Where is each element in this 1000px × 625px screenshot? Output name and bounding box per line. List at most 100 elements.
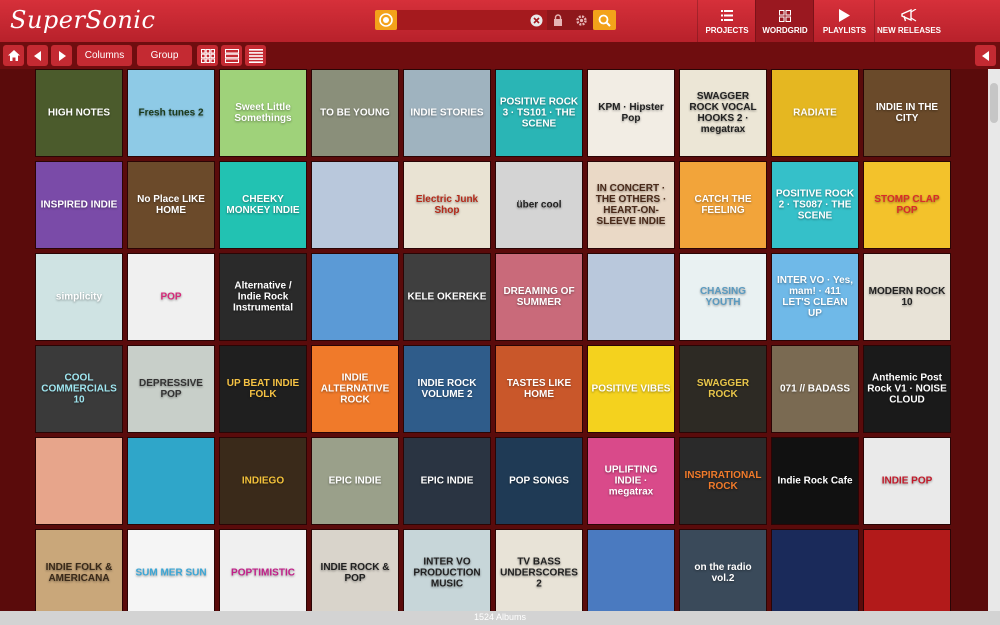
album-tile[interactable]: POSITIVE VIBES xyxy=(587,345,675,433)
album-tile[interactable]: KELE OKEREKE xyxy=(403,253,491,341)
album-tile[interactable]: DEPRESSIVE POP xyxy=(127,345,215,433)
album-tile[interactable]: POSITIVE ROCK 2 · TS087 · THE SCENE xyxy=(771,161,859,249)
megaphone-icon xyxy=(901,9,917,22)
album-tile[interactable]: CHEEKY MONKEY INDIE xyxy=(219,161,307,249)
album-tile[interactable]: Alternative / Indie Rock Instrumental xyxy=(219,253,307,341)
album-tile[interactable]: SWAGGER ROCK xyxy=(679,345,767,433)
album-tile[interactable]: INDIE POP xyxy=(863,437,951,525)
chevron-left-icon xyxy=(981,50,989,61)
album-title: INDIE ALTERNATIVE ROCK xyxy=(320,372,390,406)
album-tile[interactable]: CATCH THE FEELING xyxy=(679,161,767,249)
nav-wordgrid[interactable]: WORDGRID xyxy=(755,0,814,42)
album-title: 071 // BADASS xyxy=(779,383,851,395)
album-title: CHASING YOUTH xyxy=(699,286,747,308)
album-title: Fresh tunes 2 xyxy=(138,107,204,119)
album-tile[interactable] xyxy=(863,529,951,611)
nav-new-releases[interactable]: NEW RELEASES xyxy=(874,0,943,42)
target-icon xyxy=(379,13,393,27)
album-tile[interactable]: Fresh tunes 2 xyxy=(127,69,215,157)
album-tile[interactable]: TASTES LIKE HOME xyxy=(495,345,583,433)
album-tile[interactable]: COOL COMMERCIALS 10 xyxy=(35,345,123,433)
album-tile[interactable]: INDIE ALTERNATIVE ROCK xyxy=(311,345,399,433)
collapse-panel-button[interactable] xyxy=(975,45,996,66)
nav-playlists[interactable]: PLAYLISTS xyxy=(813,0,875,42)
album-tile[interactable] xyxy=(587,253,675,341)
album-title: Indie Rock Cafe xyxy=(777,475,853,487)
album-title: POSITIVE VIBES xyxy=(591,383,671,395)
album-tile[interactable]: KPM · Hipster Pop xyxy=(587,69,675,157)
album-tile[interactable]: INSPIRED INDIE xyxy=(35,161,123,249)
album-tile[interactable]: SUM MER SUN xyxy=(127,529,215,611)
album-tile[interactable]: EPIC INDIE xyxy=(403,437,491,525)
album-tile[interactable]: INDIEGO xyxy=(219,437,307,525)
album-tile[interactable]: Electric Junk Shop xyxy=(403,161,491,249)
album-tile[interactable]: POSITIVE ROCK 3 · TS101 · THE SCENE xyxy=(495,69,583,157)
settings-button[interactable] xyxy=(569,10,593,30)
album-tile[interactable]: on the radio vol.2 xyxy=(679,529,767,611)
album-tile[interactable] xyxy=(311,161,399,249)
album-tile[interactable]: über cool xyxy=(495,161,583,249)
album-tile[interactable]: EPIC INDIE xyxy=(311,437,399,525)
album-title: POPTIMISTIC xyxy=(231,567,295,579)
forward-button[interactable] xyxy=(51,45,72,66)
album-tile[interactable]: POPTIMISTIC xyxy=(219,529,307,611)
search-bar xyxy=(375,10,616,30)
status-bar: 1524 Albums xyxy=(0,611,1000,625)
album-tile[interactable] xyxy=(127,437,215,525)
album-tile[interactable] xyxy=(771,529,859,611)
album-tile[interactable] xyxy=(311,253,399,341)
album-tile[interactable]: No Place LIKE HOME xyxy=(127,161,215,249)
album-title: KELE OKEREKE xyxy=(407,291,487,303)
album-tile[interactable]: INDIE ROCK & POP xyxy=(311,529,399,611)
scrollbar[interactable] xyxy=(988,69,1000,611)
columns-button[interactable]: Columns xyxy=(77,45,132,66)
list-icon xyxy=(721,10,733,21)
album-tile[interactable]: CHASING YOUTH xyxy=(679,253,767,341)
album-tile[interactable]: UPLIFTING INDIE · megatrax xyxy=(587,437,675,525)
album-title: DEPRESSIVE POP xyxy=(139,378,203,400)
nav-projects[interactable]: PROJECTS xyxy=(697,0,756,42)
home-button[interactable] xyxy=(3,45,24,66)
view-list-button[interactable] xyxy=(245,45,266,66)
album-tile[interactable]: UP BEAT INDIE FOLK xyxy=(219,345,307,433)
album-tile[interactable]: INTER VO PRODUCTION MUSIC xyxy=(403,529,491,611)
album-tile[interactable]: HIGH NOTES xyxy=(35,69,123,157)
lock-button[interactable] xyxy=(547,10,569,30)
scrollbar-thumb[interactable] xyxy=(990,83,998,123)
album-title: TO BE YOUNG xyxy=(320,107,390,119)
album-tile[interactable]: INTER VO · Yes, mam! · 411 LET'S CLEAN U… xyxy=(771,253,859,341)
album-tile[interactable] xyxy=(587,529,675,611)
album-tile[interactable]: MODERN ROCK 10 xyxy=(863,253,951,341)
album-tile[interactable] xyxy=(35,437,123,525)
clear-search-button[interactable] xyxy=(525,10,547,30)
album-tile[interactable]: INDIE FOLK & AMERICANA xyxy=(35,529,123,611)
search-input[interactable] xyxy=(397,10,525,30)
album-tile[interactable]: POP xyxy=(127,253,215,341)
view-tiles-button[interactable] xyxy=(221,45,242,66)
search-mode-button[interactable] xyxy=(375,10,397,30)
album-tile[interactable]: INDIE STORIES xyxy=(403,69,491,157)
album-tile[interactable]: RADIATE xyxy=(771,69,859,157)
album-tile[interactable]: SWAGGER ROCK VOCAL HOOKS 2 · megatrax xyxy=(679,69,767,157)
app-logo[interactable]: SuperSonic xyxy=(10,6,155,34)
group-button[interactable]: Group xyxy=(137,45,192,66)
search-button[interactable] xyxy=(593,10,616,30)
album-tile[interactable]: Sweet Little Somethings xyxy=(219,69,307,157)
album-tile[interactable]: STOMP CLAP POP xyxy=(863,161,951,249)
album-tile[interactable]: Indie Rock Cafe xyxy=(771,437,859,525)
album-tile[interactable]: TO BE YOUNG xyxy=(311,69,399,157)
view-grid-button[interactable] xyxy=(197,45,218,66)
album-tile[interactable]: IN CONCERT · THE OTHERS · HEART-ON-SLEEV… xyxy=(587,161,675,249)
album-tile[interactable]: 071 // BADASS xyxy=(771,345,859,433)
back-button[interactable] xyxy=(27,45,48,66)
chevron-left-icon xyxy=(33,50,41,61)
album-tile[interactable]: simplicity xyxy=(35,253,123,341)
album-tile[interactable]: Anthemic Post Rock V1 · NOISE CLOUD xyxy=(863,345,951,433)
album-tile[interactable]: INSPIRATIONAL ROCK xyxy=(679,437,767,525)
album-title: KPM · Hipster Pop xyxy=(598,102,664,124)
album-tile[interactable]: INDIE ROCK VOLUME 2 xyxy=(403,345,491,433)
album-tile[interactable]: TV BASS UNDERSCORES 2 xyxy=(495,529,583,611)
album-tile[interactable]: DREAMING OF SUMMER xyxy=(495,253,583,341)
album-tile[interactable]: INDIE IN THE CITY xyxy=(863,69,951,157)
album-tile[interactable]: POP SONGS xyxy=(495,437,583,525)
